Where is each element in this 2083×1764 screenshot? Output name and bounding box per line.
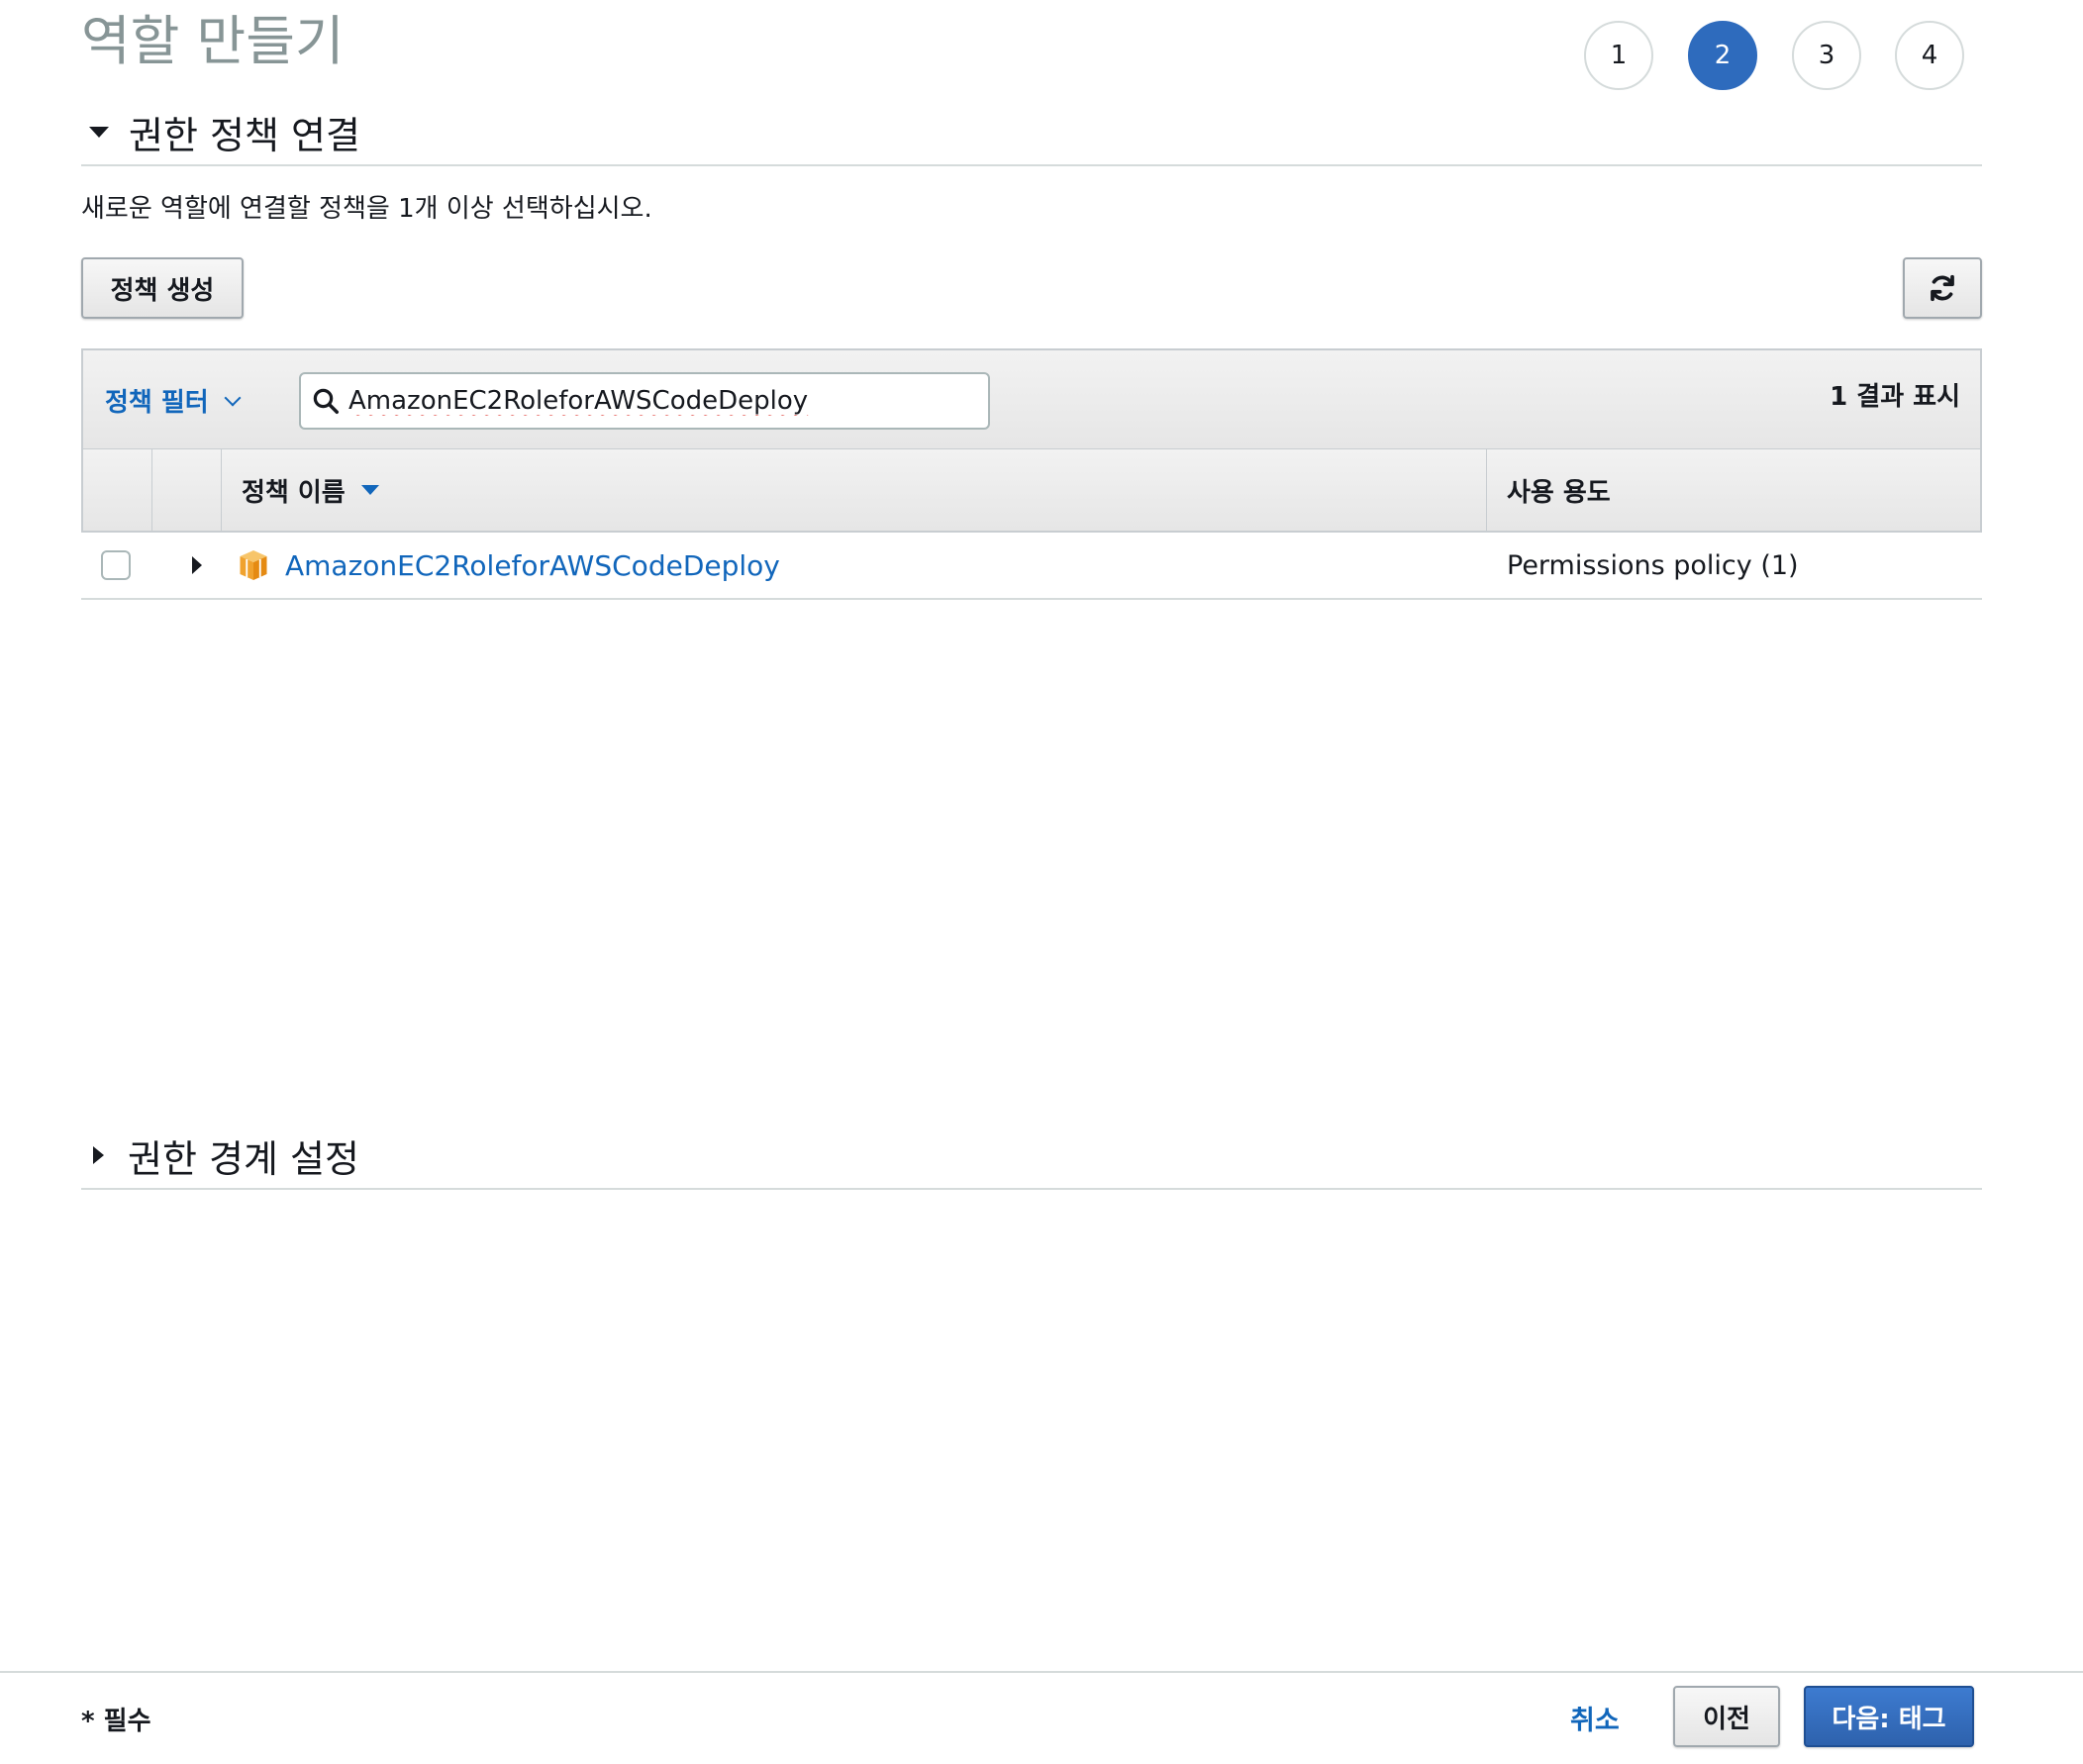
- step-2[interactable]: 2: [1688, 21, 1757, 90]
- row-usage-cell: Permissions policy (1): [1485, 533, 1982, 598]
- step-3[interactable]: 3: [1792, 21, 1861, 90]
- step-1[interactable]: 1: [1584, 21, 1653, 90]
- sort-down-icon: [360, 485, 379, 495]
- column-header-usage: 사용 용도: [1487, 449, 1980, 531]
- policy-usage: Permissions policy (1): [1507, 549, 1799, 581]
- header-select-cell: [83, 449, 152, 531]
- column-header-policy-name[interactable]: 정책 이름: [222, 449, 1487, 531]
- search-input[interactable]: [348, 386, 962, 416]
- column-header-usage-label: 사용 용도: [1507, 477, 1611, 508]
- step-4[interactable]: 4: [1895, 21, 1964, 90]
- previous-button[interactable]: 이전: [1673, 1686, 1780, 1747]
- footer-divider: [0, 1671, 2083, 1673]
- caret-down-icon: [89, 126, 109, 138]
- expand-row-icon[interactable]: [192, 556, 202, 574]
- row-expand-cell: [150, 533, 220, 598]
- result-count: 1 결과 표시: [1830, 382, 1960, 412]
- policy-name-link[interactable]: AmazonEC2RoleforAWSCodeDeploy: [285, 549, 780, 582]
- table-row: AmazonEC2RoleforAWSCodeDeploy Permission…: [81, 533, 1982, 600]
- next-tags-button[interactable]: 다음: 태그: [1804, 1686, 1974, 1747]
- row-select-cell: [81, 533, 150, 598]
- page-title: 역할 만들기: [81, 10, 345, 72]
- chevron-down-icon: [224, 389, 242, 406]
- search-box[interactable]: [299, 372, 990, 430]
- cancel-button[interactable]: 취소: [1570, 1699, 1620, 1737]
- search-icon: [313, 388, 339, 414]
- create-policy-button[interactable]: 정책 생성: [81, 257, 244, 319]
- header-expand-cell: [152, 449, 222, 531]
- refresh-button[interactable]: [1903, 257, 1982, 319]
- row-name-cell: AmazonEC2RoleforAWSCodeDeploy: [220, 533, 1485, 598]
- aws-managed-policy-icon: [240, 550, 267, 580]
- policy-filter-label: 정책 필터: [105, 388, 209, 418]
- permissions-section-title: 권한 정책 연결: [129, 113, 360, 157]
- permissions-section-description: 새로운 역할에 연결할 정책을 1개 이상 선택하십시오.: [81, 194, 652, 224]
- boundary-section-title: 권한 경계 설정: [128, 1136, 359, 1181]
- caret-right-icon: [93, 1146, 104, 1164]
- required-label: * 필수: [81, 1707, 151, 1736]
- refresh-icon: [1931, 274, 1954, 302]
- policy-filter-dropdown[interactable]: 정책 필터: [105, 382, 242, 419]
- filter-bar: 정책 필터 1 결과 표시: [81, 348, 1982, 449]
- table-header-row: 정책 이름 사용 용도: [81, 449, 1982, 533]
- policy-table: 정책 필터 1 결과 표시 정책 이름 사용 용도: [81, 348, 1982, 600]
- row-checkbox[interactable]: [101, 550, 131, 580]
- permissions-section-header[interactable]: 권한 정책 연결: [81, 99, 1982, 166]
- column-header-policy-name-label: 정책 이름: [242, 477, 346, 508]
- boundary-section-header[interactable]: 권한 경계 설정: [81, 1123, 1982, 1190]
